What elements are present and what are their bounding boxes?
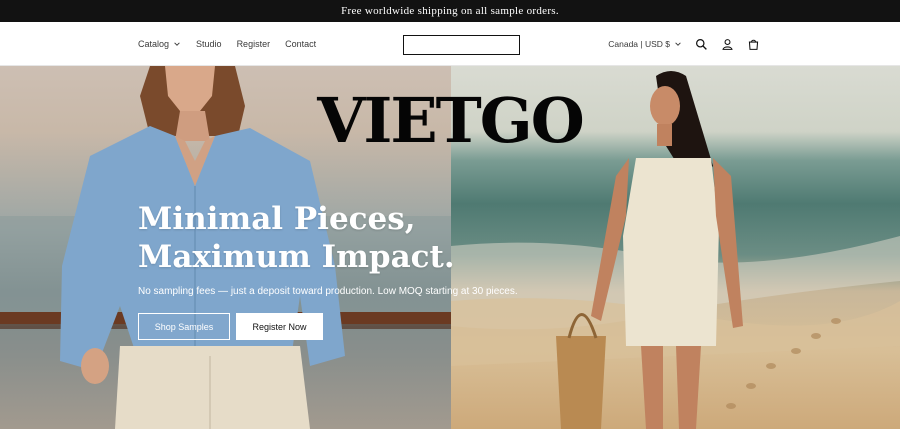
register-now-button[interactable]: Register Now — [236, 313, 323, 340]
main-nav: Catalog Studio Register Contact — [138, 22, 316, 66]
hero-subtext: No sampling fees — just a deposit toward… — [138, 286, 518, 297]
nav-item-studio[interactable]: Studio — [196, 39, 222, 49]
header-tools: Canada | USD $ — [608, 22, 760, 66]
locale-label: Canada | USD $ — [608, 39, 670, 49]
hero-headline: Minimal Pieces, Maximum Impact. — [138, 200, 458, 276]
announcement-text: Free worldwide shipping on all sample or… — [341, 5, 559, 17]
locale-selector[interactable]: Canada | USD $ — [608, 39, 682, 49]
hero-headline-line-1: Minimal Pieces, — [138, 201, 416, 237]
cart-icon[interactable] — [746, 37, 760, 51]
hero-banner: VIETGO Minimal Pieces, Maximum Impact. N… — [0, 66, 900, 429]
hero-headline-line-2: Maximum Impact. — [138, 239, 455, 275]
announcement-bar: Free worldwide shipping on all sample or… — [0, 0, 900, 22]
nav-item-contact[interactable]: Contact — [285, 39, 316, 49]
nav-item-catalog[interactable]: Catalog — [138, 39, 181, 49]
site-header: Catalog Studio Register Contact Canada |… — [0, 22, 900, 66]
nav-item-label: Catalog — [138, 39, 170, 49]
header-search-box[interactable] — [403, 35, 520, 55]
nav-item-register[interactable]: Register — [237, 39, 271, 49]
chevron-down-icon — [174, 42, 180, 46]
chevron-down-icon — [675, 42, 681, 46]
nav-item-label: Register — [236, 39, 271, 49]
nav-item-label: Contact — [285, 39, 317, 49]
search-icon[interactable] — [694, 37, 708, 51]
nav-item-label: Studio — [196, 39, 222, 49]
shop-samples-button[interactable]: Shop Samples — [138, 313, 230, 340]
account-icon[interactable] — [720, 37, 734, 51]
brand-logo[interactable]: VIETGO — [0, 90, 900, 152]
